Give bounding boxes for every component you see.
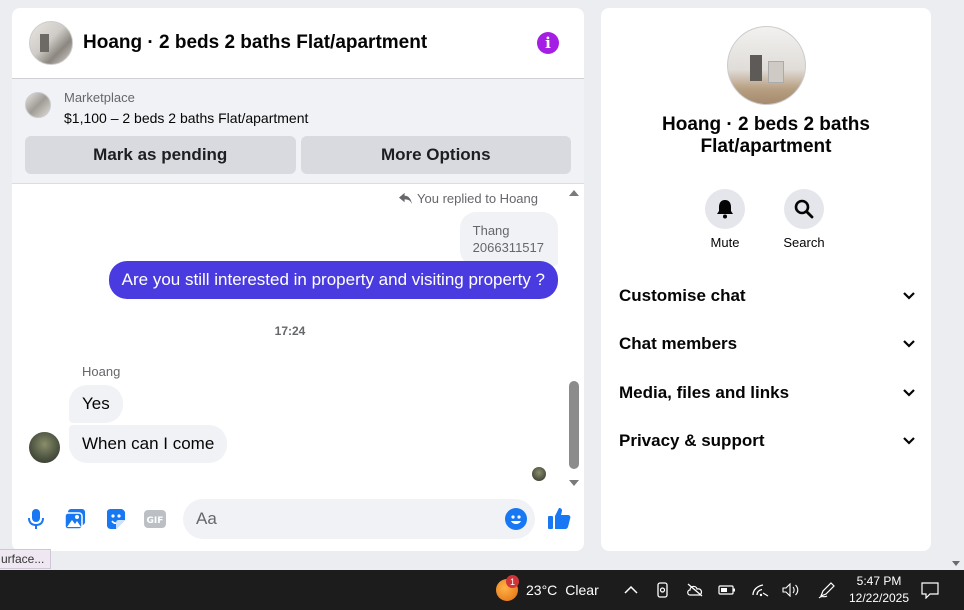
message-input-placeholder: Aa [196, 509, 217, 528]
wifi-icon[interactable] [750, 580, 770, 600]
chevron-down-icon [903, 340, 915, 348]
incoming-message[interactable]: When can I come [69, 425, 228, 463]
marketplace-banner: Marketplace $1,100 – 2 beds 2 baths Flat… [12, 79, 584, 184]
info-icon[interactable]: i [537, 32, 559, 54]
chevron-down-icon [903, 437, 915, 445]
sticker-icon[interactable] [103, 507, 127, 531]
page-scroll-down-arrow[interactable] [952, 561, 960, 566]
listing-avatar[interactable] [29, 21, 73, 65]
listing-title[interactable]: $1,100 – 2 beds 2 baths Flat/apartment [64, 108, 308, 128]
menu-label: Customise chat [619, 286, 746, 305]
reply-label: You replied to Hoang [417, 191, 538, 206]
message-scrollbar[interactable] [568, 190, 580, 486]
volume-icon[interactable] [781, 580, 801, 600]
meet-now-icon[interactable] [653, 580, 673, 600]
svg-text:GIF: GIF [147, 516, 164, 526]
listing-profile-photo[interactable] [727, 26, 806, 105]
temperature: 23°C [526, 582, 558, 598]
customise-chat-row[interactable]: Customise chat [619, 284, 915, 308]
chevron-down-icon [903, 292, 915, 300]
scroll-down-arrow[interactable] [569, 480, 579, 486]
photo-icon[interactable] [63, 507, 87, 531]
clock-time: 5:47 PM [856, 574, 902, 588]
incoming-message[interactable]: Yes [69, 385, 123, 423]
page-scrollbar[interactable] [948, 0, 964, 570]
microphone-icon[interactable] [24, 507, 48, 531]
chevron-down-icon [903, 389, 915, 397]
menu-label: Privacy & support [619, 431, 765, 450]
listing-thumbnail[interactable] [25, 92, 51, 118]
privacy-support-row[interactable]: Privacy & support [619, 429, 915, 453]
emoji-icon[interactable] [505, 508, 527, 530]
conversation-name-line1: Hoang · 2 beds 2 baths [662, 114, 870, 135]
scroll-up-arrow[interactable] [569, 190, 579, 196]
message-list: You replied to Hoang Thang 2066311517 Ar… [12, 188, 584, 488]
mark-as-pending-button[interactable]: Mark as pending [25, 136, 296, 174]
mute-button[interactable]: Mute [695, 189, 755, 250]
search-label: Search [783, 235, 825, 250]
weather-condition: Clear [565, 582, 599, 598]
status-tooltip: urface... [0, 549, 52, 569]
weather-widget[interactable]: 1 23°C Clear [496, 575, 599, 601]
media-files-links-row[interactable]: Media, files and links [619, 381, 915, 405]
conversation-info-panel: Hoang · 2 beds 2 baths Flat/apartment Mu… [601, 8, 931, 551]
bell-icon [705, 189, 745, 229]
conversation-name: Hoang · 2 beds 2 baths Flat/apartment [601, 114, 931, 158]
pen-icon[interactable] [817, 580, 837, 600]
message-input[interactable]: Aa [183, 499, 535, 539]
menu-label: Media, files and links [619, 383, 790, 402]
weather-badge: 1 [506, 575, 519, 588]
notification-icon[interactable] [920, 580, 940, 600]
more-options-button[interactable]: More Options [300, 136, 571, 174]
quote-name: Thang [472, 223, 510, 238]
menu-label: Chat members [619, 334, 738, 353]
sender-avatar[interactable] [29, 432, 60, 463]
quote-text: 2066311517 [472, 240, 544, 255]
chat-title[interactable]: Hoang · 2 beds 2 baths Flat/apartment [83, 32, 427, 54]
sender-name: Hoang [82, 364, 121, 379]
chat-header: Hoang · 2 beds 2 baths Flat/apartment i [12, 8, 584, 79]
battery-icon[interactable] [717, 580, 737, 600]
scrollbar-thumb[interactable] [569, 381, 579, 469]
taskbar: 1 23°C Clear 5:47 PM 12/22/2025 [0, 570, 964, 610]
clock[interactable]: 5:47 PM 12/22/2025 [842, 573, 916, 607]
cloud-sync-off-icon[interactable] [685, 580, 705, 600]
conversation-name-line2: Flat/apartment [700, 136, 832, 157]
thumbs-up-icon[interactable] [547, 506, 571, 530]
composer: GIF Aa [12, 498, 584, 540]
mute-label: Mute [710, 235, 740, 250]
timestamp: 17:24 [274, 324, 306, 338]
marketplace-label: Marketplace [64, 90, 135, 105]
chevron-up-icon[interactable] [621, 580, 641, 600]
quoted-message[interactable]: Thang 2066311517 [459, 212, 558, 266]
search-button[interactable]: Search [774, 189, 834, 250]
weather-icon: 1 [496, 575, 519, 601]
chat-panel: Hoang · 2 beds 2 baths Flat/apartment i … [12, 8, 584, 551]
clock-date: 12/22/2025 [848, 591, 910, 605]
search-icon [784, 189, 824, 229]
reply-indicator: You replied to Hoang [398, 191, 538, 206]
chat-members-row[interactable]: Chat members [619, 332, 915, 356]
seen-indicator-avatar [532, 467, 546, 481]
gif-icon[interactable]: GIF [143, 507, 167, 531]
outgoing-message[interactable]: Are you still interested in property and… [108, 261, 558, 299]
reply-icon [399, 192, 413, 205]
